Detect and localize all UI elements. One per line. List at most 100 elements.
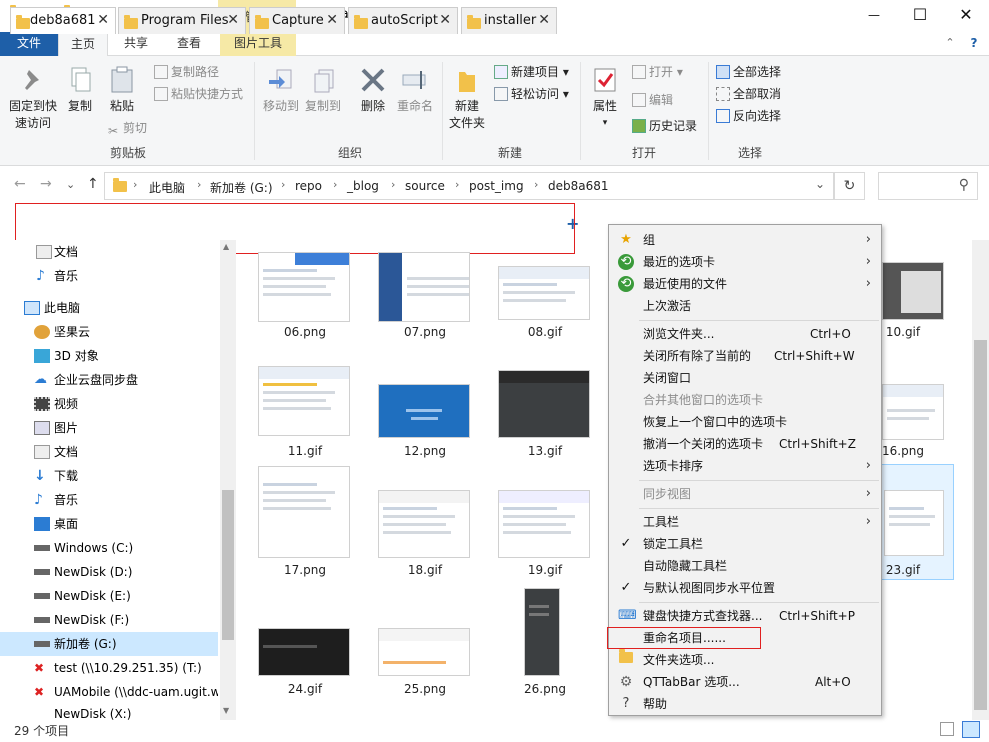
refresh-button[interactable]: ↻: [834, 172, 865, 200]
up-button[interactable]: ↑: [87, 176, 99, 192]
paste-button[interactable]: 粘贴: [104, 66, 140, 115]
tab-view[interactable]: 查看: [164, 32, 214, 56]
close-button[interactable]: ✕: [943, 0, 989, 32]
help-icon[interactable]: ?: [964, 32, 984, 56]
menu-item-recent-files[interactable]: ⟲ 最近使用的文件 ›: [609, 273, 881, 295]
close-tab-icon[interactable]: ✕: [439, 12, 451, 28]
minimize-button[interactable]: —: [851, 0, 897, 32]
nav-item-music[interactable]: ♪ 音乐: [0, 264, 218, 288]
nav-scrollbar[interactable]: [220, 240, 236, 720]
tab-home[interactable]: 主页: [58, 32, 108, 57]
copy-to-button[interactable]: 复制到: [302, 66, 344, 115]
breadcrumb-drive-g[interactable]: 新加卷 (G:): [210, 179, 273, 196]
new-item-button[interactable]: 新建项目 ▾: [494, 62, 569, 82]
thumbnail[interactable]: [378, 252, 470, 322]
copy-path-button[interactable]: 复制路径: [154, 62, 219, 82]
nav-item-network-t[interactable]: ✖ test (\\10.29.251.35) (T:): [0, 656, 218, 680]
nav-item-videos[interactable]: 视频: [0, 392, 218, 416]
history-button[interactable]: 历史记录: [632, 116, 697, 136]
file-name[interactable]: 18.gif: [375, 563, 475, 577]
nav-item-documents[interactable]: 文档: [0, 240, 218, 264]
nav-item-drive-f[interactable]: NewDisk (F:): [0, 608, 218, 632]
menu-item-sort-tabs[interactable]: 选项卡排序 ›: [609, 455, 881, 477]
tab-share[interactable]: 共享: [112, 32, 160, 56]
recent-locations-button[interactable]: ⌄: [66, 178, 75, 191]
breadcrumb-blog[interactable]: _blog: [347, 179, 379, 193]
nav-item-drive-d[interactable]: NewDisk (D:): [0, 560, 218, 584]
edit-button[interactable]: 编辑: [632, 90, 673, 110]
thumbnail[interactable]: [258, 628, 350, 676]
menu-item-autohide-toolbar[interactable]: 自动隐藏工具栏: [609, 555, 881, 577]
forward-button[interactable]: →: [40, 176, 52, 192]
tab-program-files[interactable]: Program Files ✕: [118, 7, 246, 34]
thumbnail[interactable]: [258, 466, 350, 558]
nav-item-documents-2[interactable]: 文档: [0, 440, 218, 464]
nav-item-downloads[interactable]: ↓ 下载: [0, 464, 218, 488]
thumbnail[interactable]: [378, 490, 470, 558]
menu-item-help[interactable]: ? 帮助: [609, 693, 881, 715]
thumbnail[interactable]: [258, 366, 350, 436]
scroll-down-icon[interactable]: ▼: [223, 706, 229, 715]
large-icons-view-icon[interactable]: [962, 721, 980, 738]
thumbnail[interactable]: [882, 262, 944, 320]
collapse-ribbon-icon[interactable]: ⌃: [940, 32, 960, 56]
nav-scroll-thumb[interactable]: [222, 490, 234, 640]
file-name[interactable]: 06.png: [255, 325, 355, 339]
rename-button[interactable]: 重命名: [394, 66, 436, 115]
nav-item-jianguoyun[interactable]: 坚果云: [0, 320, 218, 344]
breadcrumb-repo[interactable]: repo: [295, 179, 322, 193]
search-input[interactable]: ⚲: [878, 172, 978, 200]
breadcrumb-current[interactable]: deb8a681: [548, 179, 609, 193]
nav-item-drive-x[interactable]: NewDisk (X:): [0, 704, 218, 720]
nav-item-drive-e[interactable]: NewDisk (E:): [0, 584, 218, 608]
file-name[interactable]: 26.png: [495, 682, 595, 696]
address-dropdown-icon[interactable]: ⌄: [815, 177, 825, 191]
nav-item-drive-g[interactable]: 新加卷 (G:): [0, 632, 218, 656]
tab-installer[interactable]: installer ✕: [461, 7, 557, 34]
nav-item-network-uamobile[interactable]: ✖ UAMobile (\\ddc-uam.ugit.w: [0, 680, 218, 704]
easy-access-button[interactable]: 轻松访问 ▾: [494, 84, 569, 104]
menu-item-close-window[interactable]: 关闭窗口: [609, 367, 881, 389]
file-name[interactable]: 24.gif: [255, 682, 355, 696]
thumbnail[interactable]: [524, 588, 560, 676]
maximize-button[interactable]: ☐: [897, 0, 943, 32]
thumbnail[interactable]: [378, 384, 470, 438]
menu-item-sync-view[interactable]: 同步视图 ›: [609, 483, 881, 505]
breadcrumb-post-img[interactable]: post_img: [469, 179, 524, 193]
menu-item-merge-tabs[interactable]: 合并其他窗口的选项卡: [609, 389, 881, 411]
menu-item-sync-horizontal[interactable]: ✓ 与默认视图同步水平位置: [609, 577, 881, 599]
close-tab-icon[interactable]: ✕: [227, 12, 239, 28]
thumbnail[interactable]: [378, 628, 470, 676]
details-view-icon[interactable]: [940, 722, 954, 736]
file-name[interactable]: 13.gif: [495, 444, 595, 458]
close-tab-icon[interactable]: ✕: [326, 12, 338, 28]
thumbnail[interactable]: [498, 370, 590, 438]
back-button[interactable]: ←: [14, 176, 26, 192]
invert-selection-button[interactable]: 反向选择: [716, 106, 781, 126]
breadcrumb-source[interactable]: source: [405, 179, 445, 193]
menu-item-restore-tabs[interactable]: 恢复上一个窗口中的选项卡: [609, 411, 881, 433]
paste-shortcut-button[interactable]: 粘贴快捷方式: [154, 84, 243, 104]
menu-item-qttabbar-options[interactable]: ⚙ QTTabBar 选项... Alt+O: [609, 671, 881, 693]
menu-item-browse-folder[interactable]: 浏览文件夹... Ctrl+O: [609, 323, 881, 345]
menu-item-folder-options[interactable]: 文件夹选项...: [609, 649, 881, 671]
nav-item-desktop[interactable]: 桌面: [0, 512, 218, 536]
menu-item-group[interactable]: ★ 组 ›: [609, 229, 881, 251]
pin-quick-access-button[interactable]: 固定到快 速访问: [6, 66, 60, 132]
copy-button[interactable]: 复制: [62, 66, 98, 115]
breadcrumb-this-pc[interactable]: 此电脑: [149, 179, 185, 196]
tab-file[interactable]: 文件: [0, 32, 58, 56]
thumbnail[interactable]: [258, 252, 350, 322]
nav-item-enterprise-cloud[interactable]: ☁ 企业云盘同步盘: [0, 368, 218, 392]
nav-item-drive-c[interactable]: Windows (C:): [0, 536, 218, 560]
open-button[interactable]: 打开 ▾: [632, 62, 683, 82]
properties-button[interactable]: 属性 ▾: [586, 66, 624, 132]
nav-item-3d-objects[interactable]: 3D 对象: [0, 344, 218, 368]
menu-item-close-others[interactable]: 关闭所有除了当前的 Ctrl+Shift+W: [609, 345, 881, 367]
menu-item-shortcut-finder[interactable]: ⌨ 键盘快捷方式查找器... Ctrl+Shift+P: [609, 605, 881, 627]
menu-item-recent-tabs[interactable]: ⟲ 最近的选项卡 ›: [609, 251, 881, 273]
file-name[interactable]: 08.gif: [495, 325, 595, 339]
tab-deb8a681[interactable]: deb8a681 ✕: [10, 7, 116, 34]
select-none-button[interactable]: 全部取消: [716, 84, 781, 104]
new-folder-button[interactable]: 新建 文件夹: [446, 66, 488, 132]
